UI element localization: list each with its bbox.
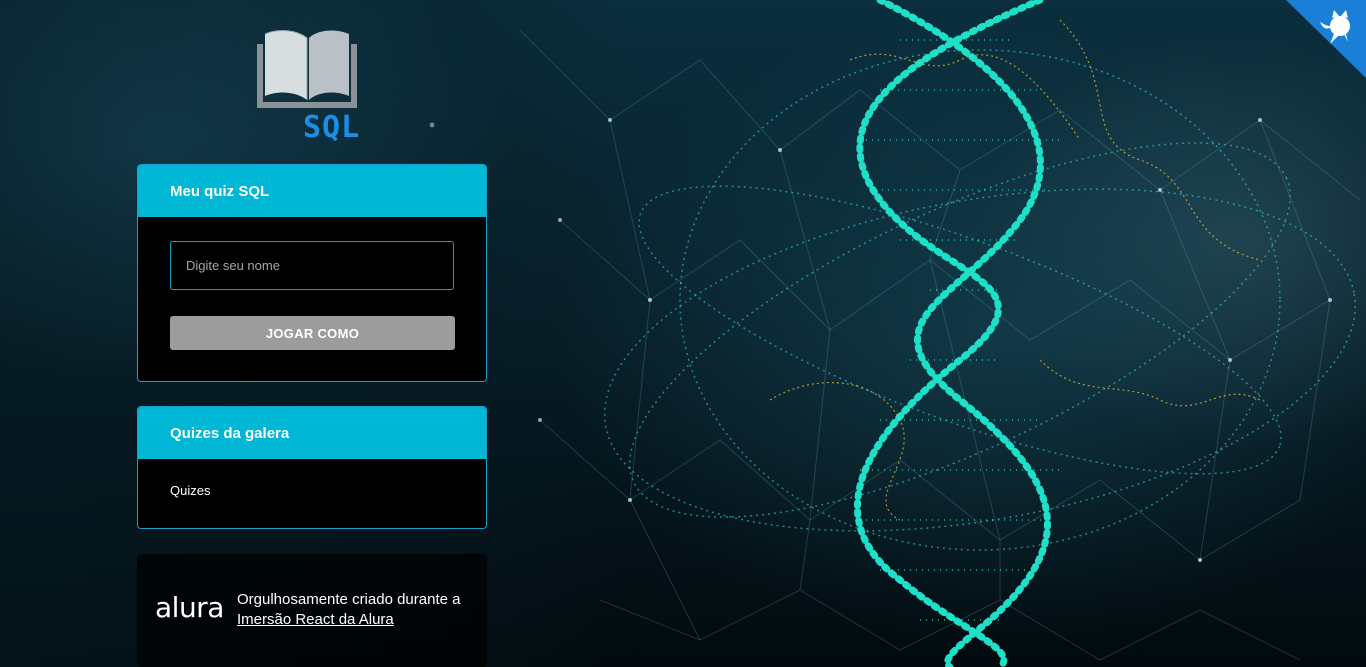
- alura-logo[interactable]: alura: [155, 591, 224, 624]
- quiz-widget-title: Meu quiz SQL: [170, 182, 270, 200]
- github-octocat-icon: [1286, 0, 1366, 78]
- community-widget-text: Quizes: [170, 483, 211, 498]
- footer-text-prefix: Orgulhosamente criado durante a: [237, 591, 461, 608]
- quiz-widget: Meu quiz SQL JOGAR COMO: [137, 164, 487, 382]
- footer: alura Orgulhosamente criado durante a Im…: [137, 554, 487, 667]
- book-icon: [257, 30, 357, 108]
- name-input[interactable]: [170, 241, 454, 290]
- play-button[interactable]: JOGAR COMO: [170, 316, 455, 350]
- footer-text: Orgulhosamente criado durante a Imersão …: [237, 590, 477, 630]
- app-logo: SQL: [255, 28, 367, 145]
- imersao-react-link[interactable]: Imersão React da Alura: [237, 611, 394, 628]
- community-widget-header: Quizes da galera: [138, 407, 486, 459]
- github-corner-link[interactable]: [1286, 0, 1366, 78]
- community-widget-title: Quizes da galera: [170, 424, 290, 442]
- quiz-widget-header: Meu quiz SQL: [138, 165, 486, 217]
- community-quizzes-widget: Quizes da galera Quizes: [137, 406, 487, 529]
- logo-text: SQL: [303, 110, 361, 145]
- main-column: SQL Meu quiz SQL JOGAR COMO Quizes da ga…: [137, 0, 487, 667]
